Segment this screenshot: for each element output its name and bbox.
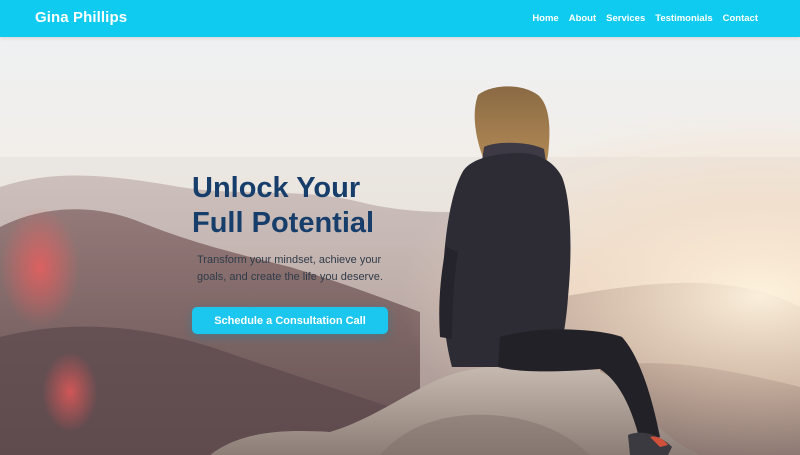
hero-heading-line1: Unlock Your	[192, 172, 361, 204]
nav-link-services[interactable]: Services	[606, 13, 645, 24]
hero-subtext: Transform your mindset, achieve your goa…	[197, 254, 383, 283]
main-nav: Home About Services Testimonials Contact	[532, 13, 758, 24]
hero-section: Unlock Your Full Potential Transform your…	[0, 37, 800, 455]
nav-link-about[interactable]: About	[569, 13, 596, 24]
landing-page: Gina Phillips Home About Services Testim…	[0, 0, 800, 455]
nav-link-testimonials[interactable]: Testimonials	[655, 13, 712, 24]
site-header: Gina Phillips Home About Services Testim…	[0, 0, 800, 37]
hero-heading-line2: Full Potential	[192, 207, 375, 239]
hero-content: Unlock Your Full Potential Transform your…	[192, 171, 422, 334]
nav-link-home[interactable]: Home	[532, 13, 558, 24]
hero-heading: Unlock Your Full Potential	[192, 171, 412, 241]
nav-link-contact[interactable]: Contact	[723, 13, 758, 24]
brand-logo-link[interactable]: Gina Phillips	[35, 9, 127, 26]
schedule-consultation-button[interactable]: Schedule a Consultation Call	[192, 307, 388, 334]
